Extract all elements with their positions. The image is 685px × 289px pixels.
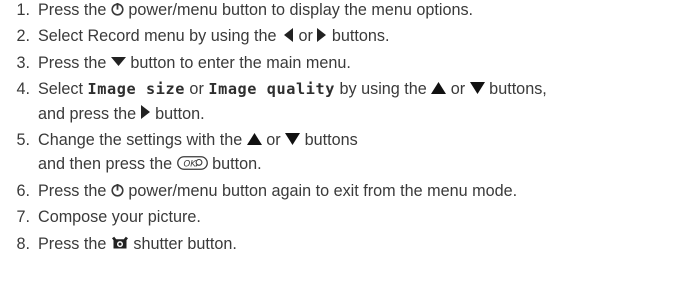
step-number: 6. xyxy=(16,181,30,200)
step-text: or xyxy=(446,80,470,99)
step-text: button. xyxy=(207,155,262,174)
step-7: 7. Compose your picture. xyxy=(0,205,685,229)
step-text: buttons. xyxy=(327,27,390,46)
step-text: by using the xyxy=(335,80,432,99)
step-number: 5. xyxy=(16,131,30,150)
step-text: Press the xyxy=(38,53,111,72)
step-text: button. xyxy=(150,104,205,123)
svg-text:OK: OK xyxy=(183,160,197,170)
step-number: 3. xyxy=(16,53,30,72)
power-icon xyxy=(111,183,124,197)
right-arrow-icon xyxy=(140,105,151,120)
left-arrow-icon xyxy=(283,28,294,43)
step-text: Select Record menu by using the xyxy=(38,27,281,46)
step-text: power/menu button to display the menu op… xyxy=(123,1,474,19)
step-number: 2. xyxy=(16,27,30,46)
step-6: 6. Press the power/menu button again to e… xyxy=(0,179,685,203)
step-text: Compose your picture. xyxy=(38,208,201,227)
up-arrow-icon xyxy=(431,81,447,94)
instruction-list: 1. Press the power/menu button to display… xyxy=(0,0,685,253)
step-text: and then press the xyxy=(38,155,177,174)
right-arrow-icon xyxy=(317,28,327,43)
step-text: power/menu button again to exit from the… xyxy=(123,181,518,200)
step-continuation: and press the button. xyxy=(38,102,685,126)
step-text: buttons xyxy=(300,131,358,150)
ok-button-icon: OK xyxy=(176,156,208,171)
option-image-quality: Image quality xyxy=(208,80,335,99)
step-continuation: and then press the OK button. xyxy=(38,152,685,176)
step-text: and press the xyxy=(38,104,141,123)
option-image-size: Image size xyxy=(87,80,185,99)
shutter-icon xyxy=(111,235,129,249)
step-number: 1. xyxy=(16,1,30,19)
step-text: button to enter the main menu. xyxy=(125,53,351,72)
step-4: 4. Select Image size or Image quality by … xyxy=(0,77,685,126)
step-text: Press the xyxy=(38,234,111,253)
step-text: or xyxy=(184,80,209,99)
step-text: shutter button. xyxy=(128,234,237,253)
down-arrow-icon xyxy=(110,56,126,67)
step-text: Press the xyxy=(38,181,111,200)
step-text: or xyxy=(293,27,318,46)
step-text: buttons, xyxy=(484,80,547,99)
power-icon xyxy=(111,2,124,16)
step-text: or xyxy=(261,131,286,150)
step-number: 8. xyxy=(16,234,30,253)
up-arrow-icon xyxy=(246,132,262,145)
step-text: Select xyxy=(38,80,88,99)
step-2: 2. Select Record menu by using the or but… xyxy=(0,24,685,48)
step-3: 3. Press the button to enter the main men… xyxy=(0,51,685,75)
down-arrow-icon xyxy=(469,81,485,94)
step-number: 7. xyxy=(16,208,30,227)
step-8: 8. Press the shutter button. xyxy=(0,232,685,256)
step-number: 4. xyxy=(16,80,30,99)
step-5: 5. Change the settings with the or button… xyxy=(0,128,685,177)
step-text: Change the settings with the xyxy=(38,131,247,150)
step-1: 1. Press the power/menu button to display… xyxy=(0,0,685,22)
down-arrow-icon xyxy=(285,132,301,145)
step-text: Press the xyxy=(38,1,111,19)
